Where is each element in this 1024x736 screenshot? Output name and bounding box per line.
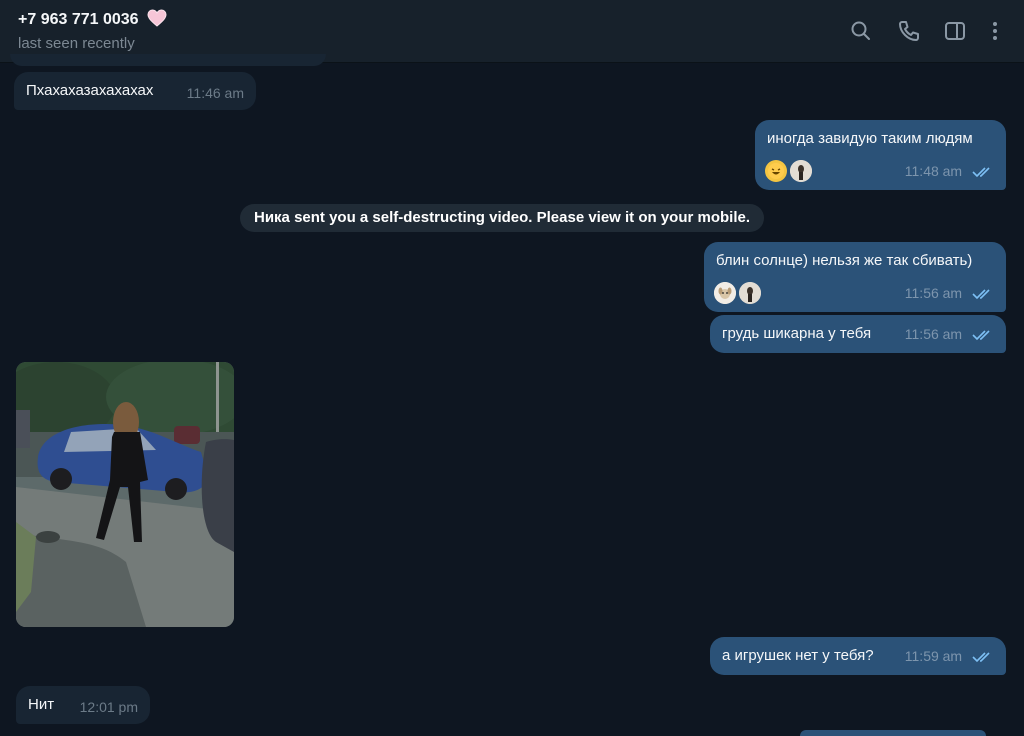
message-meta: 11:48 am	[905, 161, 994, 183]
double-check-icon	[972, 285, 994, 305]
reactions[interactable]	[765, 160, 812, 182]
photo-message[interactable]	[16, 362, 234, 627]
service-message: Ника sent you a self-destructing video. …	[240, 204, 765, 232]
contact-phone: +7 963 771 0036	[18, 11, 139, 28]
double-check-icon	[972, 163, 994, 183]
message-meta: 11:56 am	[905, 324, 994, 346]
contact-title[interactable]: +7 963 771 0036	[18, 9, 167, 32]
message-text: Пхахахазахахахах	[26, 82, 154, 99]
message-incoming[interactable]: Нит 12:01 pm	[16, 686, 150, 724]
avatar	[739, 282, 761, 304]
avatar-dog	[714, 282, 736, 304]
double-check-icon	[972, 648, 994, 668]
photo-image	[16, 362, 234, 627]
contact-status: last seen recently	[18, 35, 135, 52]
message-text: а игрушек нет у тебя?	[722, 647, 874, 664]
reactions[interactable]	[714, 282, 761, 304]
message-outgoing[interactable]: иногда завидую таким людям 11:48 am	[755, 120, 1006, 190]
message-text: Нит	[28, 696, 55, 713]
phone-icon[interactable]	[896, 18, 922, 44]
partial-message-bubble	[800, 730, 986, 736]
partial-message-bubble	[10, 54, 326, 66]
message-meta: 11:56 am	[905, 283, 994, 305]
double-check-icon	[972, 326, 994, 346]
message-meta: 11:59 am	[905, 646, 994, 668]
message-time: 11:59 am	[904, 648, 963, 664]
message-time: 11:46 am	[186, 85, 244, 101]
search-icon[interactable]	[848, 18, 874, 44]
more-vertical-icon[interactable]	[982, 18, 1008, 44]
laughing-emoji-icon	[765, 160, 787, 182]
message-list[interactable]: Пхахахазахахахах 11:46 am иногда завидую…	[0, 54, 1024, 736]
message-text: блин солнце) нельзя же так сбивать)	[716, 252, 973, 269]
heart-emoji-icon	[147, 9, 167, 32]
message-incoming[interactable]: Пхахахазахахахах 11:46 am	[14, 72, 256, 110]
message-outgoing[interactable]: а игрушек нет у тебя? 11:59 am	[710, 637, 1006, 675]
message-time: 11:48 am	[904, 163, 963, 179]
message-time: 11:56 am	[904, 326, 963, 342]
message-text: грудь шикарна у тебя	[722, 325, 872, 342]
message-time: 12:01 pm	[79, 699, 138, 715]
avatar	[790, 160, 812, 182]
sidebar-toggle-icon[interactable]	[942, 18, 968, 44]
message-outgoing[interactable]: грудь шикарна у тебя 11:56 am	[710, 315, 1006, 353]
message-time: 11:56 am	[904, 285, 963, 301]
message-outgoing[interactable]: блин солнце) нельзя же так сбивать) 11:5…	[704, 242, 1006, 312]
message-text: иногда завидую таким людям	[767, 130, 973, 147]
